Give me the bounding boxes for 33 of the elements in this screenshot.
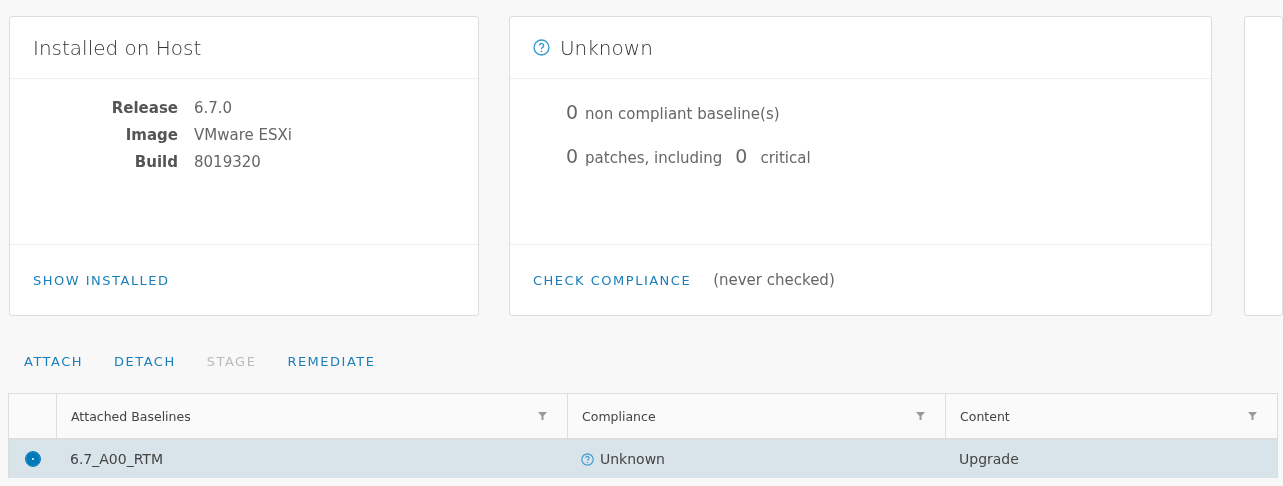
- action-button[interactable]: DETACH: [114, 354, 176, 364]
- property-label: Image: [124, 126, 178, 144]
- column-header[interactable]: Compliance: [567, 394, 945, 438]
- count-value: 0: [565, 101, 579, 123]
- property-value: 6.7.0: [194, 99, 234, 117]
- status-note: (never checked): [713, 271, 835, 289]
- filter-icon[interactable]: [1248, 412, 1257, 420]
- show-installed-link[interactable]: SHOW INSTALLED: [33, 272, 170, 288]
- action-button[interactable]: REMEDIATE: [287, 354, 376, 364]
- table-row[interactable]: 6.7_A00_RTM Unknown Upgrade: [9, 440, 1277, 478]
- property-label: Release: [110, 99, 178, 117]
- property-value: VMware ESXi: [194, 126, 293, 144]
- table-cell-text: 6.7_A00_RTM: [69, 450, 164, 469]
- help-icon: [581, 452, 594, 466]
- table-cell: Unknown: [600, 451, 665, 467]
- filter-icon[interactable]: [538, 412, 547, 420]
- column-header[interactable]: Content: [945, 394, 1277, 438]
- property-value: 8019320: [194, 153, 262, 171]
- check-compliance-link[interactable]: CHECK COMPLIANCE: [532, 272, 692, 288]
- table-cell-text: Upgrade: [958, 450, 1020, 469]
- card-title: Installed on Host: [33, 35, 202, 60]
- stat-label: critical: [760, 149, 811, 167]
- radio-button[interactable]: [24, 451, 41, 467]
- property-label: Build: [133, 153, 178, 171]
- stat-label: non compliant baseline(s): [585, 105, 780, 123]
- count-value: 0: [565, 145, 579, 167]
- help-icon: [532, 39, 550, 56]
- filter-icon[interactable]: [916, 412, 925, 420]
- card-title: Unknown: [559, 35, 653, 60]
- stat-label: patches, including: [585, 149, 723, 167]
- column-header[interactable]: Attached Baselines: [56, 394, 567, 438]
- action-button[interactable]: ATTACH: [24, 354, 84, 364]
- count-value: 0: [735, 145, 748, 167]
